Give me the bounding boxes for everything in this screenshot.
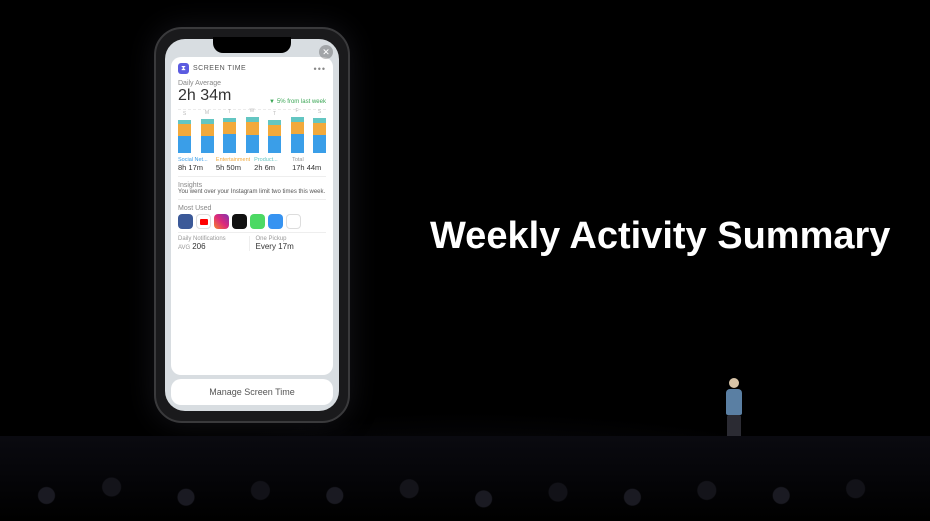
close-icon[interactable]: ✕ [319, 45, 333, 59]
category-value: 2h 6m [254, 163, 288, 172]
netflix-icon[interactable] [232, 214, 247, 229]
chart-bar: F [291, 117, 304, 153]
safari-icon[interactable] [286, 214, 301, 229]
usage-bar-chart: SMTWTFS [178, 109, 326, 153]
youtube-icon[interactable] [196, 214, 211, 229]
stat-pickup: One Pickup Every 17m [249, 236, 327, 251]
presenter [720, 378, 748, 440]
chart-bar: S [178, 120, 191, 153]
iphone-notch [213, 37, 291, 53]
category-entertainment: Entertainment 5h 50m [216, 157, 250, 172]
insights-section: Insights You went over your Instagram li… [178, 177, 326, 200]
category-value: 8h 17m [178, 163, 212, 172]
category-value: 5h 50m [216, 163, 250, 172]
manage-screen-time-button[interactable]: Manage Screen Time [171, 379, 333, 405]
instagram-icon[interactable] [214, 214, 229, 229]
daily-average-value: 2h 34m [178, 87, 231, 105]
category-social: Social Net... 8h 17m [178, 157, 212, 172]
slide-headline: Weekly Activity Summary [430, 215, 890, 258]
audience [0, 436, 930, 521]
iphone-screen: ✕ ⧗ SCREEN TIME ••• Daily Average 2h 34m… [165, 39, 339, 411]
messages-icon[interactable] [250, 214, 265, 229]
widget-title: SCREEN TIME [193, 65, 246, 72]
insights-label: Insights [178, 182, 326, 189]
stat-prefix: AVG [178, 245, 190, 251]
trend-badge: ▼ 5% from last week [269, 99, 326, 105]
widget-header: ⧗ SCREEN TIME ••• [178, 63, 326, 74]
arrow-down-icon: ▼ [269, 99, 275, 105]
chart-bar: T [268, 120, 281, 153]
category-total: Total 17h 44m [292, 157, 326, 172]
facebook-icon[interactable] [178, 214, 193, 229]
most-used-section: Most Used [178, 200, 326, 233]
chart-bar: S [313, 118, 326, 153]
screen-time-widget: ⧗ SCREEN TIME ••• Daily Average 2h 34m ▼… [171, 57, 333, 375]
chart-bar: T [223, 118, 236, 153]
iphone-frame: ✕ ⧗ SCREEN TIME ••• Daily Average 2h 34m… [154, 27, 350, 423]
stat-value: 206 [192, 242, 205, 251]
stats-row: Daily Notifications AVG206 One Pickup Ev… [178, 233, 326, 254]
mail-icon[interactable] [268, 214, 283, 229]
daily-average-label: Daily Average [178, 80, 326, 87]
insights-text: You went over your Instagram limit two t… [178, 189, 326, 196]
category-row: Social Net... 8h 17m Entertainment 5h 50… [178, 157, 326, 177]
hourglass-icon: ⧗ [178, 63, 189, 74]
stat-notifications: Daily Notifications AVG206 [178, 236, 249, 251]
most-used-label: Most Used [178, 205, 326, 212]
app-icon-row [178, 214, 326, 229]
trend-text: 5% from last week [277, 99, 326, 105]
category-value: 17h 44m [292, 163, 326, 172]
stat-value: Every 17m [256, 242, 327, 251]
category-productivity: Product... 2h 6m [254, 157, 288, 172]
chart-bar: M [201, 119, 214, 153]
chart-bar: W [246, 117, 259, 153]
more-icon[interactable]: ••• [314, 64, 326, 74]
